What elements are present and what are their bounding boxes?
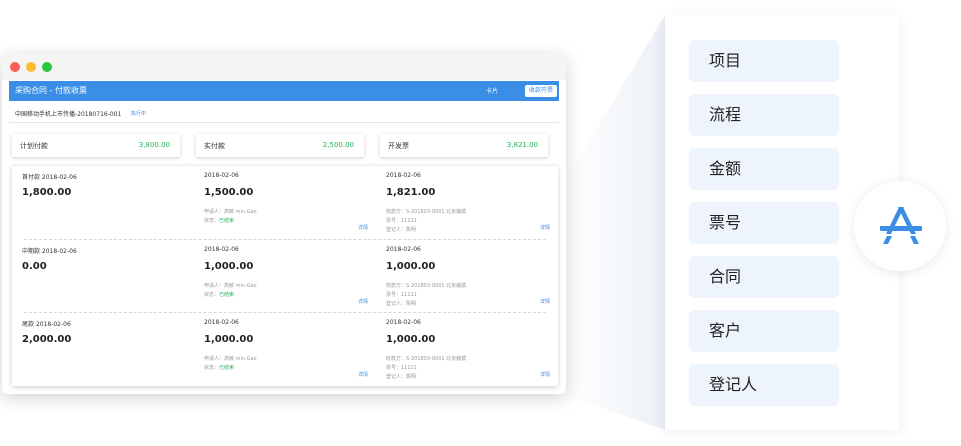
invoice-amount: 1,000.00 bbox=[386, 261, 436, 272]
plan-date: 尾款 2018-02-06 bbox=[22, 321, 71, 328]
invoice-registrar: 登记人：陈明 bbox=[386, 374, 417, 380]
paid-cell: 2018-02-06 1,000.00 申请人：高敏 min.Gao 状态：已结… bbox=[194, 240, 376, 312]
invoice-date: 2018-02-06 bbox=[386, 246, 421, 253]
maximize-dot[interactable] bbox=[42, 62, 52, 72]
paid-applicant: 申请人：高敏 min.Gao bbox=[204, 283, 257, 289]
paid-date: 2018-02-06 bbox=[204, 246, 239, 253]
paid-detail-link[interactable]: 详情 bbox=[358, 298, 368, 305]
invoice-payee: 收款方：S-201803-0001 北京巍斌 bbox=[386, 283, 467, 289]
plan-amount: 0.00 bbox=[22, 261, 47, 272]
invoice-date: 2018-02-06 bbox=[386, 172, 421, 179]
plan-amount: 1,800.00 bbox=[22, 187, 72, 198]
invoice-cell: 2018-02-06 1,000.00 收款方：S-201803-0001 北京… bbox=[376, 313, 558, 385]
invoice-payee: 收款方：S-201803-0001 北京巍斌 bbox=[386, 209, 467, 215]
paid-applicant: 申请人：高敏 min.Gao bbox=[204, 356, 257, 362]
paid-amount: 1,000.00 bbox=[204, 334, 254, 345]
plan-cell: 中期款 2018-02-06 0.00 bbox=[12, 240, 194, 312]
status-value: 已结束 bbox=[219, 218, 235, 224]
invoice-cell: 2018-02-06 1,821.00 收款方：S-201803-0001 北京… bbox=[376, 166, 558, 238]
menu-item-project[interactable]: 项目 bbox=[689, 40, 839, 82]
invoice-payee: 收款方：S-201803-0001 北京巍斌 bbox=[386, 356, 467, 362]
paid-detail-link[interactable]: 详情 bbox=[358, 224, 368, 231]
app-header: 采购合同 - 付款收票 卡片 收款开票 bbox=[9, 81, 559, 101]
menu-item-contract[interactable]: 合同 bbox=[689, 256, 839, 298]
summary-label: 实付款 bbox=[204, 142, 225, 150]
paid-status: 状态：已结束 bbox=[204, 291, 234, 298]
summary-value: 2,500.00 bbox=[322, 141, 354, 149]
page-title: 采购合同 - 付款收票 bbox=[15, 86, 87, 95]
invoice-detail-link[interactable]: 详情 bbox=[540, 298, 550, 305]
plan-date: 首付款 2018-02-06 bbox=[22, 174, 77, 181]
plan-date: 中期款 2018-02-06 bbox=[22, 248, 77, 255]
invoice-amount: 1,000.00 bbox=[386, 334, 436, 345]
invoice-number: 票号：11111 bbox=[386, 365, 417, 371]
project-status: 执行中 bbox=[131, 111, 147, 117]
card-view-link[interactable]: 卡片 bbox=[486, 86, 498, 95]
invoice-detail-link[interactable]: 详情 bbox=[540, 224, 550, 231]
invoice-detail-link[interactable]: 详情 bbox=[540, 371, 550, 378]
window-titlebar bbox=[2, 54, 566, 80]
plan-cell: 首付款 2018-02-06 1,800.00 bbox=[12, 166, 194, 238]
paid-applicant: 申请人：高敏 min.Gao bbox=[204, 209, 257, 215]
menu-item-ticket-number[interactable]: 票号 bbox=[689, 202, 839, 244]
paid-amount: 1,500.00 bbox=[204, 187, 254, 198]
summary-invoiced: 开发票 3,821.00 bbox=[380, 134, 548, 157]
summary-label: 计划付款 bbox=[20, 142, 48, 150]
paid-cell: 2018-02-06 1,500.00 申请人：高敏 min.Gao 状态：已结… bbox=[194, 166, 376, 238]
app-badge bbox=[854, 181, 946, 271]
project-row: 中国移动手机上市传播-20180716-001 执行中 bbox=[9, 103, 559, 123]
invoice-date: 2018-02-06 bbox=[386, 319, 421, 326]
paid-date: 2018-02-06 bbox=[204, 319, 239, 326]
paid-date: 2018-02-06 bbox=[204, 172, 239, 179]
status-label: 状态： bbox=[204, 292, 220, 298]
summary-label: 开发票 bbox=[388, 142, 409, 150]
plan-cell: 尾款 2018-02-06 2,000.00 bbox=[12, 313, 194, 385]
status-label: 状态： bbox=[204, 365, 220, 371]
paid-detail-link[interactable]: 详情 bbox=[358, 371, 368, 378]
invoice-registrar: 登记人：陈明 bbox=[386, 301, 417, 307]
invoice-amount: 1,821.00 bbox=[386, 187, 436, 198]
minimize-dot[interactable] bbox=[26, 62, 36, 72]
menu-item-amount[interactable]: 金额 bbox=[689, 148, 839, 190]
paid-status: 状态：已结束 bbox=[204, 217, 234, 224]
payment-grid: 首付款 2018-02-06 1,800.00 2018-02-06 1,500… bbox=[12, 166, 558, 386]
paid-cell: 2018-02-06 1,000.00 申请人：高敏 min.Gao 状态：已结… bbox=[194, 313, 376, 385]
invoice-number: 票号：11111 bbox=[386, 292, 417, 298]
close-dot[interactable] bbox=[10, 62, 20, 72]
summary-paid: 实付款 2,500.00 bbox=[196, 134, 364, 157]
app-window: 采购合同 - 付款收票 卡片 收款开票 中国移动手机上市传播-20180716-… bbox=[2, 54, 566, 394]
status-value: 已结束 bbox=[219, 292, 235, 298]
menu-item-process[interactable]: 流程 bbox=[689, 94, 839, 136]
paid-amount: 1,000.00 bbox=[204, 261, 254, 272]
invoice-registrar: 登记人：陈明 bbox=[386, 227, 417, 233]
plan-amount: 2,000.00 bbox=[22, 334, 72, 345]
invoice-cell: 2018-02-06 1,000.00 收款方：S-201803-0001 北京… bbox=[376, 240, 558, 312]
project-name: 中国移动手机上市传播-20180716-001 bbox=[15, 111, 122, 118]
status-label: 状态： bbox=[204, 218, 220, 224]
menu-item-registrar[interactable]: 登记人 bbox=[689, 364, 839, 406]
paid-status: 状态：已结束 bbox=[204, 364, 234, 371]
invoice-number: 票号：11111 bbox=[386, 218, 417, 224]
collect-invoice-button[interactable]: 收款开票 bbox=[525, 85, 558, 97]
app-store-icon bbox=[880, 207, 922, 244]
status-value: 已结束 bbox=[219, 365, 235, 371]
summary-planned: 计划付款 3,800.00 bbox=[12, 134, 180, 157]
summary-value: 3,800.00 bbox=[138, 141, 170, 149]
summary-value: 3,821.00 bbox=[506, 141, 538, 149]
menu-item-customer[interactable]: 客户 bbox=[689, 310, 839, 352]
stage: 采购合同 - 付款收票 卡片 收款开票 中国移动手机上市传播-20180716-… bbox=[0, 0, 961, 446]
